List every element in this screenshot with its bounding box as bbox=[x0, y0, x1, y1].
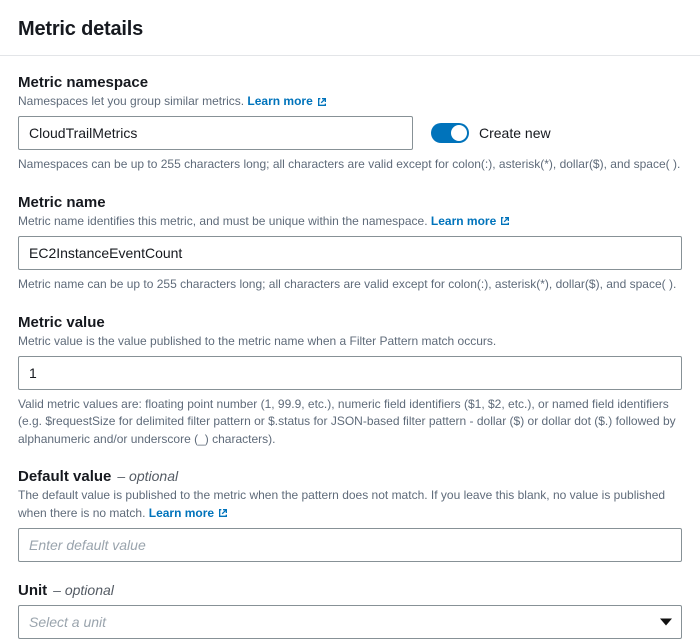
optional-default: – optional bbox=[117, 468, 178, 484]
unit-select[interactable]: Select a unit bbox=[18, 605, 682, 639]
label-unit: Unit bbox=[18, 582, 47, 599]
learn-more-default[interactable]: Learn more bbox=[149, 505, 228, 522]
chevron-down-icon bbox=[660, 618, 672, 625]
external-link-icon bbox=[500, 216, 510, 226]
label-namespace: Metric namespace bbox=[18, 74, 682, 91]
field-unit: Unit – optional Select a unit bbox=[18, 582, 682, 639]
default-value-input[interactable] bbox=[18, 528, 682, 562]
label-default: Default value bbox=[18, 468, 111, 485]
desc-default-text: The default value is published to the me… bbox=[18, 488, 665, 519]
field-metric-name: Metric name Metric name identifies this … bbox=[18, 194, 682, 294]
field-metric-namespace: Metric namespace Namespaces let you grou… bbox=[18, 74, 682, 174]
unit-placeholder: Select a unit bbox=[29, 614, 106, 630]
optional-unit: – optional bbox=[53, 582, 114, 598]
desc-default: The default value is published to the me… bbox=[18, 487, 682, 522]
external-link-icon bbox=[317, 97, 327, 107]
learn-more-name[interactable]: Learn more bbox=[431, 213, 510, 230]
metric-value-input[interactable] bbox=[18, 356, 682, 390]
create-new-label: Create new bbox=[479, 125, 551, 141]
external-link-icon bbox=[218, 508, 228, 518]
hint-value: Valid metric values are: floating point … bbox=[18, 396, 682, 448]
desc-name: Metric name identifies this metric, and … bbox=[18, 213, 682, 230]
desc-namespace-text: Namespaces let you group similar metrics… bbox=[18, 94, 244, 108]
namespace-input[interactable] bbox=[18, 116, 413, 150]
label-name: Metric name bbox=[18, 194, 682, 211]
field-default-value: Default value – optional The default val… bbox=[18, 468, 682, 562]
field-metric-value: Metric value Metric value is the value p… bbox=[18, 314, 682, 449]
hint-namespace: Namespaces can be up to 255 characters l… bbox=[18, 156, 682, 173]
label-value: Metric value bbox=[18, 314, 682, 331]
metric-name-input[interactable] bbox=[18, 236, 682, 270]
create-new-toggle-group: Create new bbox=[431, 123, 551, 143]
hint-name: Metric name can be up to 255 characters … bbox=[18, 276, 682, 293]
create-new-toggle[interactable] bbox=[431, 123, 469, 143]
page-title: Metric details bbox=[18, 18, 682, 41]
desc-value: Metric value is the value published to t… bbox=[18, 333, 682, 350]
divider bbox=[0, 55, 700, 56]
desc-name-text: Metric name identifies this metric, and … bbox=[18, 214, 428, 228]
desc-namespace: Namespaces let you group similar metrics… bbox=[18, 93, 682, 110]
learn-more-namespace[interactable]: Learn more bbox=[247, 93, 326, 110]
